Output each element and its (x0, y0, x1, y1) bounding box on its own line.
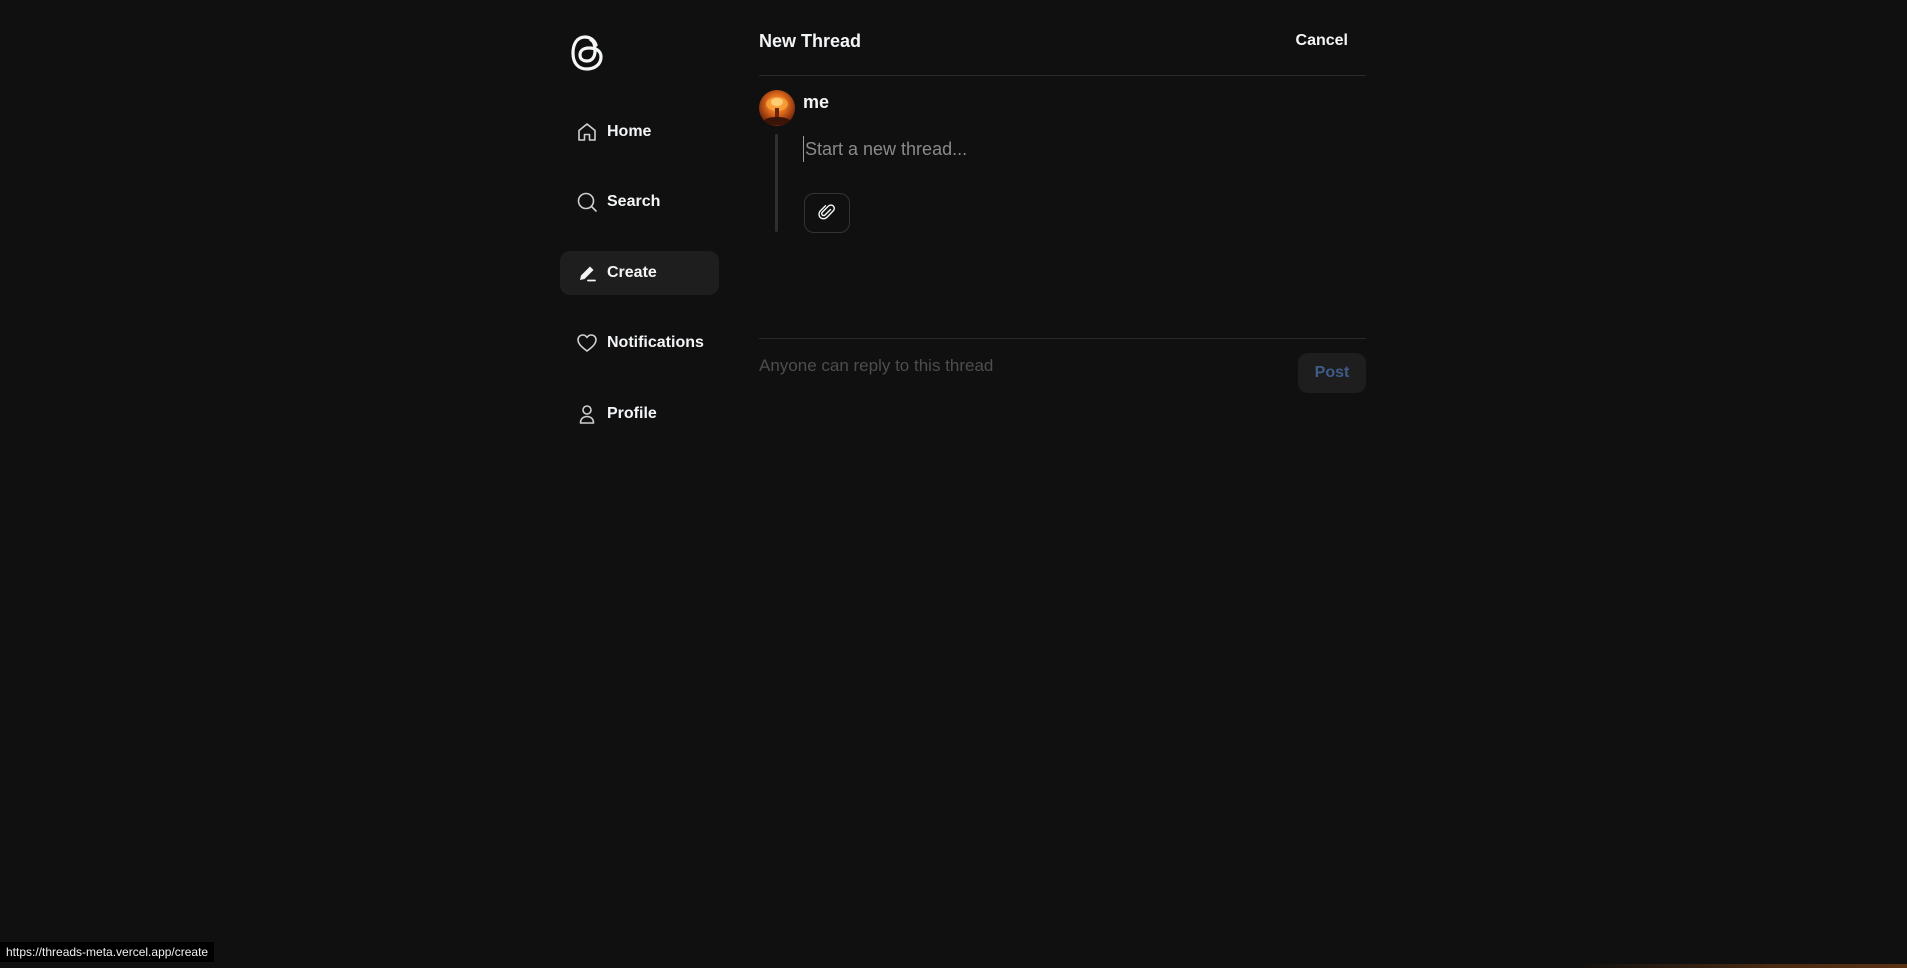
page-title: New Thread (759, 31, 862, 51)
panel-header: New Thread Cancel (759, 0, 1366, 76)
bottom-edge-decoration (1577, 964, 1907, 968)
sidebar-item-create[interactable]: Create (560, 251, 719, 295)
sidebar-item-label: Home (607, 123, 652, 140)
sidebar-item-notifications[interactable]: Notifications (560, 321, 719, 365)
thread-line (775, 134, 778, 232)
sidebar-item-search[interactable]: Search (560, 180, 719, 224)
app-root: Home Search Create Notifications Profile… (0, 0, 1907, 968)
reply-setting-text[interactable]: Anyone can reply to this thread (759, 356, 993, 376)
paperclip-icon (818, 203, 836, 224)
home-icon (576, 121, 598, 143)
user-icon (576, 403, 598, 425)
avatar[interactable] (759, 90, 795, 126)
composer-footer: Anyone can reply to this thread Post (759, 338, 1366, 394)
search-icon (576, 191, 598, 213)
sidebar-item-label: Notifications (607, 334, 704, 351)
threads-logo-icon[interactable] (568, 30, 608, 76)
attach-button[interactable] (804, 193, 850, 233)
sidebar-item-home[interactable]: Home (560, 110, 719, 154)
sidebar-item-label: Create (607, 264, 657, 281)
sidebar-item-label: Profile (607, 405, 657, 422)
sidebar-item-label: Search (607, 193, 661, 210)
create-pencil-icon (576, 262, 598, 284)
thread-text-input[interactable] (803, 136, 1343, 162)
heart-icon (576, 332, 598, 354)
username: me (803, 92, 830, 112)
post-button[interactable]: Post (1298, 353, 1366, 393)
cancel-button[interactable]: Cancel (1296, 32, 1348, 50)
sidebar-item-profile[interactable]: Profile (560, 392, 719, 436)
status-bar-url: https://threads-meta.vercel.app/create (0, 942, 215, 962)
